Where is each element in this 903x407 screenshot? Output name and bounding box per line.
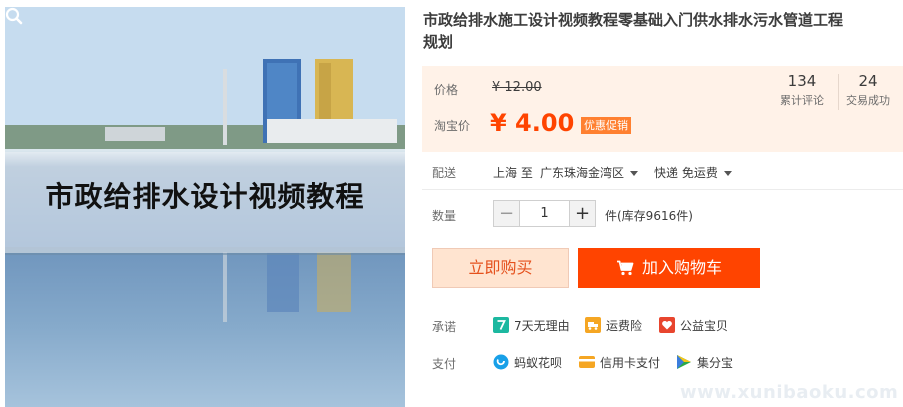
shipping-destination: 广东珠海金湾区 — [540, 166, 625, 180]
sales-count-label: 交易成功 — [846, 94, 890, 107]
payment-credit-card[interactable]: 信用卡支付 — [579, 354, 660, 372]
charity-heart-icon — [659, 317, 675, 333]
review-count: 134 — [787, 72, 817, 90]
buy-now-button[interactable]: 立即购买 — [432, 248, 569, 288]
zoom-icon[interactable] — [5, 7, 23, 25]
payment-jifenbao[interactable]: 集分宝 — [676, 354, 733, 372]
chevron-down-icon — [723, 171, 732, 176]
price-panel: 价格 ¥ 12.00 淘宝价 ¥ 4.00 优惠促销 134 累计评论 24 交… — [422, 66, 903, 152]
promo-badge: 优惠促销 — [581, 117, 631, 134]
quantity-decrease-button[interactable]: − — [493, 200, 520, 227]
payment-label: 支付 — [432, 357, 457, 371]
image-caption: 市政给排水设计视频教程 — [45, 180, 365, 213]
taobao-price-label: 淘宝价 — [434, 119, 471, 133]
original-price: ¥ 12.00 — [492, 80, 542, 95]
add-to-cart-button[interactable]: 加入购物车 — [578, 248, 760, 288]
payment-huabei[interactable]: 蚂蚁花呗 — [493, 354, 562, 372]
promise-freight-label: 运费险 — [606, 319, 643, 333]
sales-count-stat: 24 交易成功 — [836, 72, 900, 108]
shipping-from: 上海 至 — [493, 166, 533, 180]
jifenbao-icon — [677, 355, 691, 369]
freight-insurance-icon — [585, 317, 601, 333]
add-to-cart-label: 加入购物车 — [641, 258, 722, 277]
credit-card-icon — [579, 356, 595, 368]
quantity-increase-button[interactable]: + — [569, 200, 596, 227]
divider — [422, 189, 903, 190]
payment-jifenbao-label: 集分宝 — [697, 356, 734, 370]
promise-label: 承诺 — [432, 320, 457, 334]
payment-credit-card-label: 信用卡支付 — [600, 356, 661, 370]
promise-7day-label: 7天无理由 — [514, 319, 570, 333]
shipping-method: 快递 免运费 — [654, 166, 718, 180]
promise-charity-label: 公益宝贝 — [680, 319, 729, 333]
product-title-line2: 规划 — [423, 33, 454, 51]
review-count-label: 累计评论 — [780, 94, 824, 107]
shipping-method-select[interactable]: 快递 免运费 — [654, 164, 732, 181]
payment-huabei-label: 蚂蚁花呗 — [514, 356, 563, 370]
huabei-icon — [493, 354, 509, 370]
stock-info: 件(库存9616件) — [605, 209, 693, 223]
product-title: 市政给排水施工设计视频教程零基础入门供水排水污水管道工程 规划 — [423, 9, 903, 53]
promise-charity[interactable]: 公益宝贝 — [659, 317, 728, 335]
shipping-label: 配送 — [432, 166, 457, 180]
product-image[interactable]: 市政给排水设计视频教程 — [5, 7, 405, 407]
promise-freight-insurance[interactable]: 运费险 — [585, 317, 642, 335]
promo-price: ¥ 4.00 — [490, 109, 575, 137]
quantity-label: 数量 — [432, 209, 457, 223]
price-label: 价格 — [434, 83, 459, 97]
cart-icon — [616, 260, 634, 276]
shipping-destination-select[interactable]: 广东珠海金湾区 — [540, 164, 639, 181]
seven-day-icon — [493, 317, 509, 333]
site-watermark: www.xunibaoku.com — [680, 382, 899, 403]
sales-count: 24 — [858, 72, 878, 90]
quantity-input[interactable]: 1 — [520, 200, 569, 227]
review-count-stat[interactable]: 134 累计评论 — [770, 72, 834, 108]
chevron-down-icon — [630, 171, 639, 176]
product-title-line1: 市政给排水施工设计视频教程零基础入门供水排水污水管道工程 — [423, 11, 844, 29]
promise-7day[interactable]: 7天无理由 — [493, 317, 570, 335]
